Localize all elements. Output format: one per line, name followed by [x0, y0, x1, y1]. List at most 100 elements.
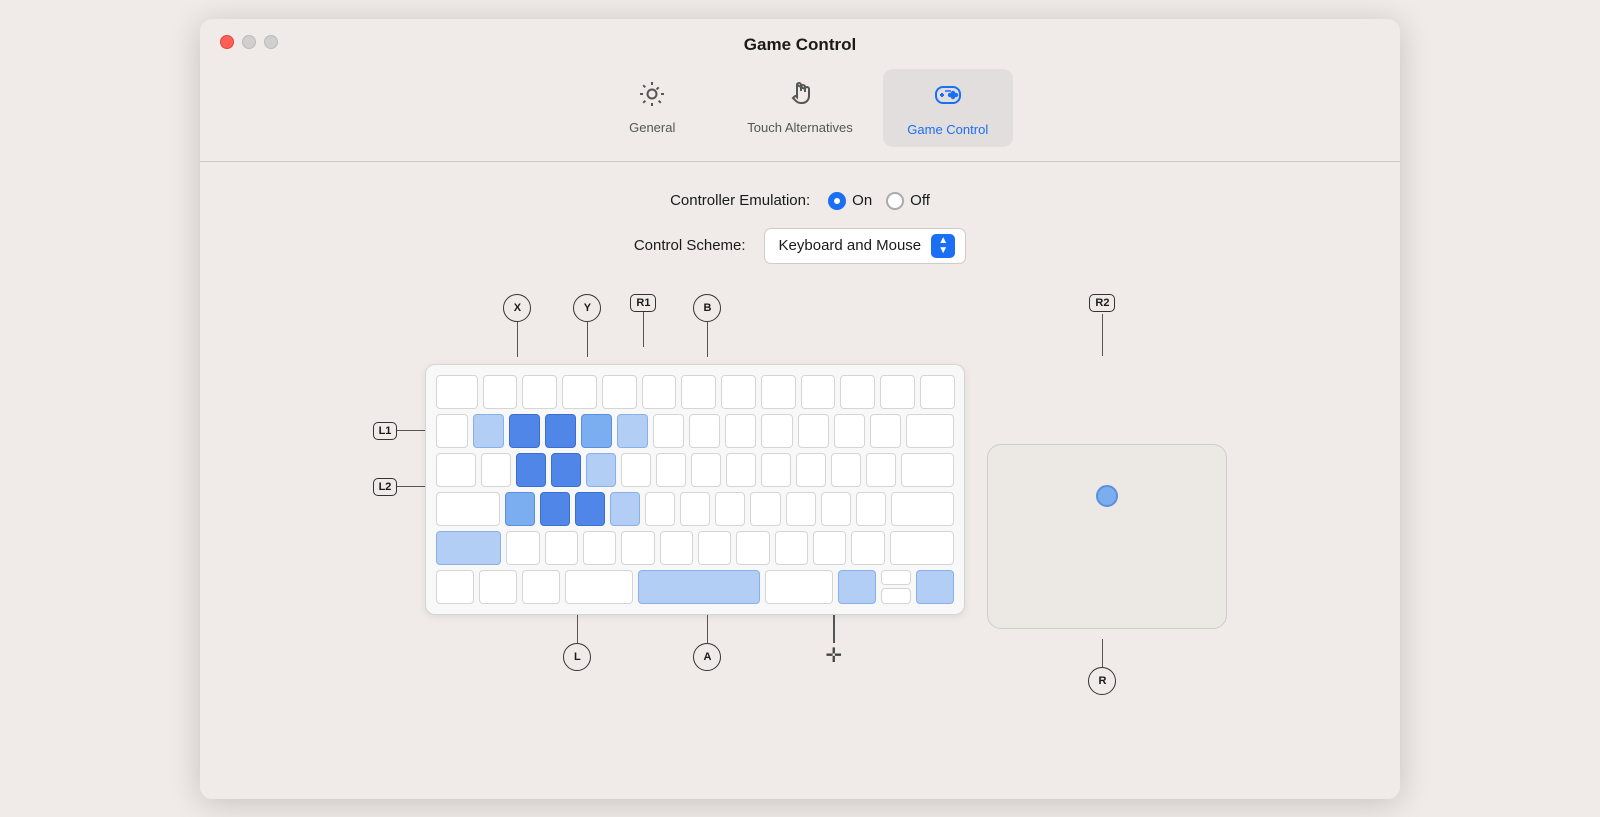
r-badge: R	[1088, 667, 1116, 695]
key-f	[610, 492, 640, 526]
key-f7	[721, 375, 756, 409]
key-esc	[436, 375, 477, 409]
maximize-button[interactable]	[264, 35, 278, 49]
key-row-bottom	[436, 570, 954, 604]
key-rshift	[890, 531, 955, 565]
key-ctrl	[479, 570, 517, 604]
key-7	[689, 414, 720, 448]
diagram-area: L1 L2 X	[260, 294, 1340, 695]
key-c	[583, 531, 616, 565]
key-lbracket	[831, 453, 861, 487]
r2-vline	[1102, 314, 1104, 356]
key-o	[761, 453, 791, 487]
l-label: L	[563, 615, 591, 671]
r1-label: R1	[630, 294, 656, 347]
r-label-area: R	[1088, 639, 1116, 695]
minimize-button[interactable]	[242, 35, 256, 49]
key-quote	[856, 492, 886, 526]
key-e	[551, 453, 581, 487]
l1-badge: L1	[373, 422, 398, 440]
radio-group-emulation: On Off	[828, 192, 930, 210]
key-f1	[483, 375, 518, 409]
key-0	[798, 414, 829, 448]
mouse-pad	[987, 444, 1227, 629]
radio-off-label: Off	[910, 192, 930, 209]
key-return	[891, 492, 955, 526]
control-scheme-label: Control Scheme:	[634, 237, 746, 254]
key-period	[813, 531, 846, 565]
b-label: B	[693, 294, 721, 357]
key-l	[786, 492, 816, 526]
r1-vline	[643, 312, 645, 347]
l2-label-row: L2	[373, 478, 426, 496]
b-vline	[707, 322, 709, 357]
tab-general[interactable]: General	[587, 69, 717, 147]
r2-badge: R2	[1089, 294, 1115, 312]
key-y	[656, 453, 686, 487]
key-k	[750, 492, 780, 526]
x-label: X	[503, 294, 531, 357]
key-lcmd	[565, 570, 633, 604]
tab-gamecontrol[interactable]: Game Control	[883, 69, 1013, 147]
tab-touch[interactable]: Touch Alternatives	[725, 69, 875, 147]
key-capslock	[436, 492, 500, 526]
key-z	[506, 531, 539, 565]
key-q	[481, 453, 511, 487]
controller-emulation-label: Controller Emulation:	[670, 192, 810, 209]
control-scheme-row: Control Scheme: Keyboard and Mouse ▲ ▼	[260, 228, 1340, 264]
r-vline	[1102, 639, 1104, 667]
radio-off[interactable]: Off	[886, 192, 930, 210]
key-i	[726, 453, 756, 487]
hand-icon	[785, 79, 815, 114]
key-h	[680, 492, 710, 526]
content-area: Controller Emulation: On Off Control Sch…	[200, 162, 1400, 725]
center-block: X Y R1	[425, 294, 965, 695]
traffic-lights	[220, 35, 278, 49]
y-badge: Y	[573, 294, 601, 322]
key-f4	[602, 375, 637, 409]
y-label: Y	[573, 294, 601, 357]
close-button[interactable]	[220, 35, 234, 49]
right-section: R2 R	[977, 294, 1227, 695]
key-fn	[436, 570, 474, 604]
key-v	[621, 531, 654, 565]
r1-badge: R1	[630, 294, 656, 312]
l-badge: L	[563, 643, 591, 671]
key-9	[761, 414, 792, 448]
key-2	[509, 414, 540, 448]
key-g	[645, 492, 675, 526]
key-comma	[775, 531, 808, 565]
key-w	[516, 453, 546, 487]
control-scheme-select[interactable]: Keyboard and Mouse ▲ ▼	[764, 228, 967, 264]
key-f2	[522, 375, 557, 409]
key-backslash	[901, 453, 955, 487]
key-f10	[840, 375, 875, 409]
r2-label-area: R2	[1089, 294, 1115, 364]
scheme-arrows-icon: ▲ ▼	[931, 234, 955, 258]
radio-on[interactable]: On	[828, 192, 872, 210]
key-rbracket	[866, 453, 896, 487]
mouse-dot	[1096, 485, 1118, 507]
l2-badge: L2	[373, 478, 398, 496]
toolbar: General Touch Alternatives	[200, 49, 1400, 147]
radio-off-circle[interactable]	[886, 192, 904, 210]
key-row-asdf	[436, 492, 954, 526]
key-backtick	[436, 414, 467, 448]
radio-on-label: On	[852, 192, 872, 209]
key-up	[881, 570, 911, 586]
key-f8	[761, 375, 796, 409]
a-label: A	[693, 615, 721, 671]
radio-on-circle[interactable]	[828, 192, 846, 210]
key-p	[796, 453, 826, 487]
key-f5	[642, 375, 677, 409]
window-title: Game Control	[744, 35, 856, 55]
tab-gamecontrol-label: Game Control	[907, 122, 988, 137]
tab-touch-label: Touch Alternatives	[747, 120, 853, 135]
key-6	[653, 414, 684, 448]
key-f11	[880, 375, 915, 409]
key-f3	[562, 375, 597, 409]
key-m	[736, 531, 769, 565]
below-labels-area: L A ✛	[425, 615, 965, 695]
key-row-fn	[436, 375, 954, 409]
controller-emulation-row: Controller Emulation: On Off	[260, 192, 1340, 210]
